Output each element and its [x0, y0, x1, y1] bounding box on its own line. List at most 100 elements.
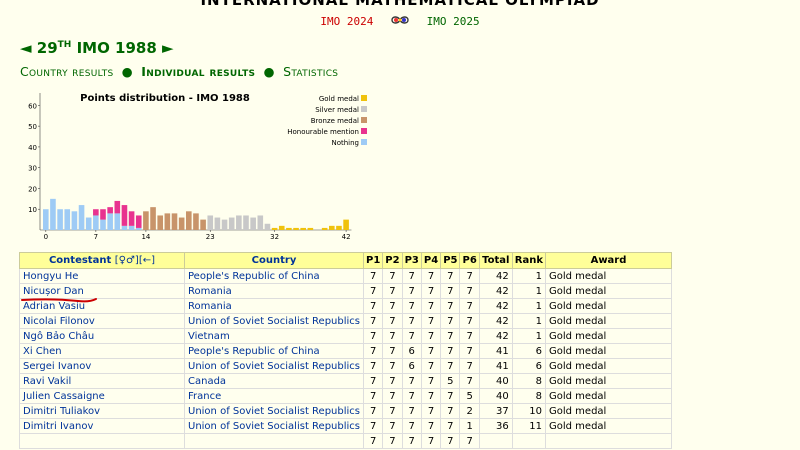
total-score [478, 433, 513, 449]
header-total[interactable]: Total [478, 252, 513, 269]
bar-gold-37 [307, 227, 314, 230]
legend-label: Honourable mention [287, 128, 359, 136]
header-p2[interactable]: P2 [382, 252, 403, 269]
bar-nothing-12 [128, 225, 135, 230]
bar-nothing-13 [135, 227, 142, 230]
table-row: Dimitri Ivanov Union of Soviet Socialist … [19, 418, 672, 434]
problem-score: 7 [459, 433, 480, 449]
page-heading: ◄ 29TH IMO 1988 ► [20, 39, 174, 57]
header-p4[interactable]: P4 [420, 252, 442, 269]
country-link[interactable]: France [184, 388, 364, 404]
problem-score: 5 [459, 388, 480, 404]
country-link[interactable]: Union of Soviet Socialist Republics [184, 313, 364, 329]
table-row: Hongyu He People's Republic of China 7 7 7 7 7… [19, 268, 672, 284]
problem-score: 7 [401, 418, 422, 434]
country-link[interactable]: Romania [184, 298, 364, 314]
country-link[interactable] [184, 433, 364, 449]
legend-swatch [361, 95, 367, 101]
problem-score: 7 [440, 313, 461, 329]
problem-score: 7 [459, 268, 480, 284]
x-tick-label: 0 [44, 233, 48, 241]
header-contestant: Contestant [♀♂][←] [19, 252, 185, 269]
problem-score: 7 [362, 328, 384, 344]
bar-bronze-16 [157, 215, 163, 230]
country-link[interactable]: Union of Soviet Socialist Republics [184, 418, 364, 434]
prev-year-arrow[interactable]: ◄ [20, 39, 32, 57]
contestant-name-link[interactable]: Dimitri Ivanov [19, 418, 185, 434]
contestant-name-link[interactable]: Nicolai Filonov [19, 313, 185, 329]
contestant-name-link[interactable]: Ngô Bảo Châu [19, 328, 185, 344]
section-navigation: Country results ● Individual results ● S… [20, 64, 338, 79]
contestant-name-link[interactable]: Sergei Ivanov [19, 358, 185, 374]
bar-silver-24 [214, 217, 221, 230]
bar-nothing-11 [121, 225, 128, 230]
rank: 1 [511, 283, 547, 299]
bar-nothing-4 [71, 211, 78, 230]
bar-nothing-1 [50, 198, 56, 230]
country-link[interactable]: People's Republic of China [184, 343, 364, 359]
header-p6[interactable]: P6 [459, 252, 480, 269]
next-imo-link[interactable]: IMO 2025 [427, 15, 480, 28]
country-link[interactable]: Canada [184, 373, 364, 389]
problem-score: 7 [420, 403, 442, 419]
next-year-arrow[interactable]: ► [162, 39, 174, 57]
contestant-name-link[interactable]: Julien Cassaigne [19, 388, 185, 404]
header-p3[interactable]: P3 [401, 252, 422, 269]
country-link[interactable]: Romania [184, 283, 364, 299]
header-country[interactable]: Country [184, 252, 364, 269]
individual-results-link[interactable]: Individual results [141, 64, 255, 79]
problem-score: 2 [459, 403, 480, 419]
country-results-link[interactable]: Country results [20, 64, 114, 79]
bar-silver-31 [264, 223, 271, 230]
problem-score: 7 [440, 403, 461, 419]
header-contestant-label[interactable]: Contestant [49, 255, 111, 266]
award: Gold medal [545, 298, 672, 314]
problem-score: 7 [362, 343, 384, 359]
country-link[interactable]: Vietnam [184, 328, 364, 344]
header-award[interactable]: Award [545, 252, 672, 269]
problem-score: 7 [382, 403, 403, 419]
separator: ● [121, 64, 134, 79]
problem-score: 7 [362, 283, 384, 299]
rank: 11 [511, 418, 547, 434]
gender-filter-link[interactable]: [♀♂] [115, 255, 139, 266]
award: Gold medal [545, 328, 672, 344]
contestant-name-link[interactable]: Xi Chen [19, 343, 185, 359]
rank: 1 [511, 313, 547, 329]
problem-score: 7 [362, 298, 384, 314]
contestant-name-link[interactable]: Hongyu He [19, 268, 185, 284]
back-link[interactable]: [←] [139, 255, 155, 266]
rank: 8 [511, 388, 547, 404]
header-rank[interactable]: Rank [511, 252, 547, 269]
country-link[interactable]: Union of Soviet Socialist Republics [184, 358, 364, 374]
problem-score: 7 [420, 373, 442, 389]
contestant-name-link[interactable]: Ravi Vakil [19, 373, 185, 389]
rank: 8 [511, 373, 547, 389]
y-tick-label: 20 [28, 185, 37, 193]
problem-score: 7 [420, 313, 442, 329]
problem-score: 1 [459, 418, 480, 434]
statistics-link[interactable]: Statistics [283, 64, 338, 79]
header-p1[interactable]: P1 [362, 252, 384, 269]
contestant-name-link[interactable] [19, 433, 185, 449]
header-p5[interactable]: P5 [440, 252, 461, 269]
bar-bronze-19 [178, 217, 185, 230]
total-score: 42 [478, 298, 513, 314]
award: Gold medal [545, 343, 672, 359]
country-link[interactable]: Union of Soviet Socialist Republics [184, 403, 364, 419]
points-distribution-chart: Points distribution - IMO 1988 10 20 30 40 50… [28, 93, 367, 241]
problem-score: 7 [459, 313, 480, 329]
problem-score: 7 [382, 283, 403, 299]
problem-score: 7 [459, 358, 480, 374]
bar-nothing-7 [93, 215, 99, 230]
bar-honourable-11 [121, 205, 128, 226]
prev-imo-link[interactable]: IMO 2024 [320, 15, 373, 28]
country-link[interactable]: People's Republic of China [184, 268, 364, 284]
problem-score: 6 [401, 343, 422, 359]
site-title: INTERNATIONAL MATHEMATICAL OLYMPIAD [200, 0, 600, 9]
total-score: 36 [478, 418, 513, 434]
problem-score: 7 [362, 388, 384, 404]
bar-nothing-0 [43, 209, 49, 230]
contestant-name-link[interactable]: Dimitri Tuliakov [19, 403, 185, 419]
problem-score: 7 [401, 268, 422, 284]
